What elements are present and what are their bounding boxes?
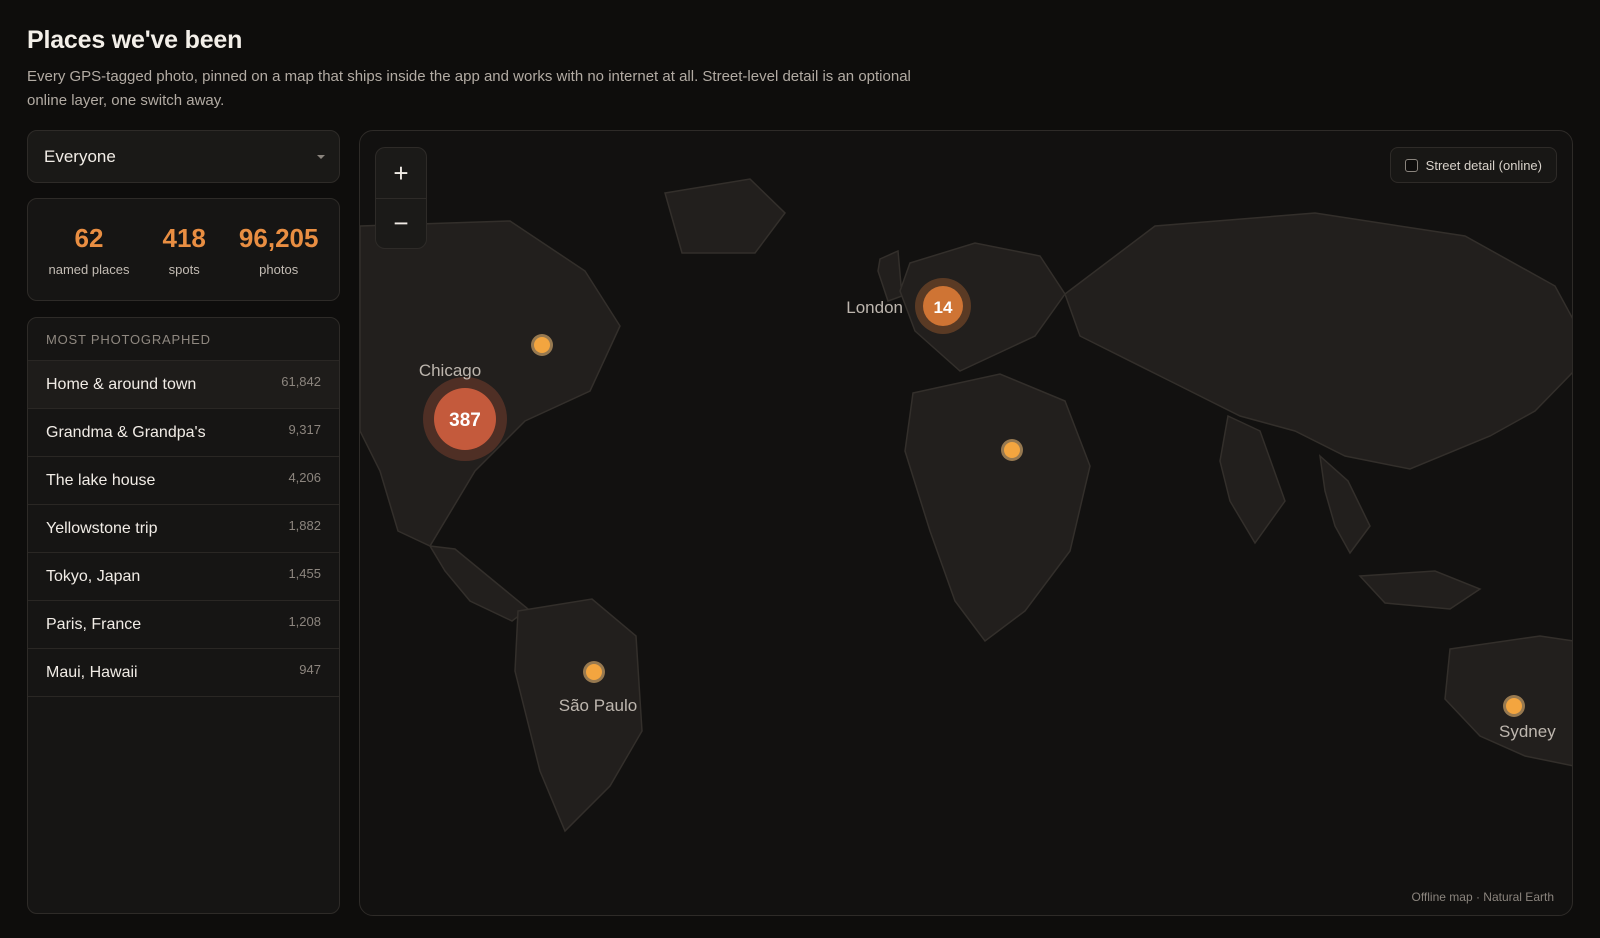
photo-count: 1,208	[288, 614, 321, 629]
list-item[interactable]: Grandma & Grandpa's 9,317	[28, 409, 339, 457]
stat-label: photos	[259, 261, 299, 277]
street-detail-checkbox[interactable]	[1404, 158, 1418, 172]
place-name: Tokyo, Japan	[46, 567, 141, 585]
world-map[interactable]: 387 Chicago 14 London São Paulo Sydney	[360, 131, 1573, 916]
place-name: Paris, France	[46, 615, 142, 633]
page-subtitle: Every GPS-tagged photo, pinned on a map …	[27, 68, 911, 109]
list-heading: MOST PHOTOGRAPHED	[28, 318, 339, 361]
list-item[interactable]: Tokyo, Japan 1,455	[28, 553, 339, 601]
photo-count: 1,882	[288, 518, 321, 533]
place-name: Yellowstone trip	[46, 519, 158, 537]
stat-value: 62	[74, 222, 104, 253]
stat-label: spots	[168, 261, 200, 277]
map-attribution: Offline map · Natural Earth	[1411, 890, 1554, 904]
stat-label: named places	[48, 261, 130, 277]
southeast-asia-landmass	[1318, 454, 1371, 555]
africa-landmass	[904, 373, 1091, 643]
photo-count: 61,842	[281, 374, 321, 389]
asia-landmass	[1064, 212, 1572, 470]
places-page: Places we've been Every GPS-tagged photo…	[0, 0, 1600, 938]
chevron-down-icon	[317, 155, 325, 159]
zoom-out-button[interactable]: −	[376, 198, 426, 248]
place-name: The lake house	[46, 471, 156, 489]
indonesia-landmass	[1358, 570, 1482, 610]
stat-named-places: 62 named places	[49, 223, 130, 277]
cluster-label: Chicago	[419, 361, 481, 380]
stat-spots: 418 spots	[163, 223, 206, 277]
cluster-count: 14	[934, 298, 953, 317]
place-name: Maui, Hawaii	[46, 663, 138, 681]
britain-landmass	[877, 249, 903, 302]
place-name: Home & around town	[46, 375, 197, 393]
map-panel[interactable]: 387 Chicago 14 London São Paulo Sydney +…	[359, 130, 1573, 916]
street-detail-label: Street detail (online)	[1425, 157, 1542, 173]
page-title: Places we've been	[27, 26, 243, 54]
photo-count: 1,455	[288, 566, 321, 581]
cluster-count: 387	[449, 410, 481, 431]
city-label: São Paulo	[559, 696, 637, 715]
list-item[interactable]: The lake house 4,206	[28, 457, 339, 505]
central-america-landmass	[428, 545, 530, 622]
map-pin[interactable]	[531, 334, 553, 356]
zoom-in-button[interactable]: +	[376, 148, 426, 198]
city-label: Sydney	[1499, 722, 1556, 741]
person-filter-select[interactable]: Everyone	[27, 130, 340, 183]
place-name: Grandma & Grandpa's	[46, 423, 206, 441]
greenland-landmass	[664, 178, 786, 254]
stat-value: 96,205	[238, 222, 319, 253]
most-photographed-list: MOST PHOTOGRAPHED Home & around town 61,…	[27, 317, 340, 914]
stat-value: 418	[162, 222, 206, 253]
photo-count: 9,317	[288, 422, 321, 437]
street-detail-toggle[interactable]: Street detail (online)	[1389, 147, 1557, 183]
stat-photos: 96,205 photos	[239, 223, 319, 277]
photo-count: 947	[299, 662, 321, 677]
cluster-label: London	[846, 298, 903, 317]
north-america-landmass	[360, 220, 621, 547]
sidebar: Everyone 62 named places 418 spots 96,20…	[27, 130, 340, 914]
list-item[interactable]: Home & around town 61,842	[28, 361, 339, 409]
person-filter-value: Everyone	[44, 146, 116, 166]
south-america-landmass	[514, 598, 643, 833]
zoom-controls: + −	[375, 147, 427, 249]
map-pin[interactable]	[1001, 439, 1023, 461]
stats-card: 62 named places 418 spots 96,205 photos	[27, 198, 340, 301]
india-landmass	[1219, 414, 1286, 545]
list-item[interactable]: Yellowstone trip 1,882	[28, 505, 339, 553]
list-item[interactable]: Maui, Hawaii 947	[28, 649, 339, 697]
photo-count: 4,206	[288, 470, 321, 485]
list-item[interactable]: Paris, France 1,208	[28, 601, 339, 649]
